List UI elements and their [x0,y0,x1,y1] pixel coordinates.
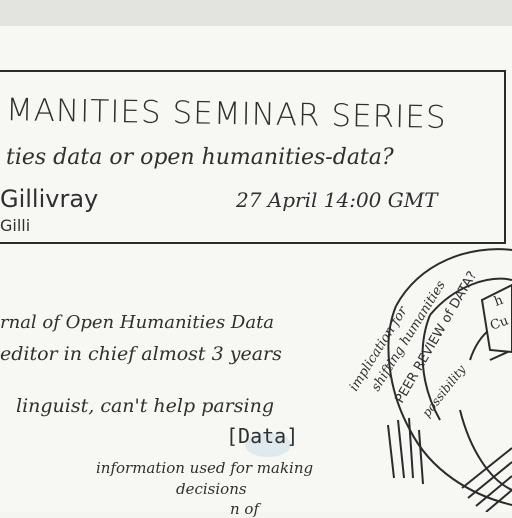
lower-arc [459,409,512,491]
right-side-diagram: implication for shifting humanities PEER… [347,248,512,512]
tally-marks [387,417,424,485]
